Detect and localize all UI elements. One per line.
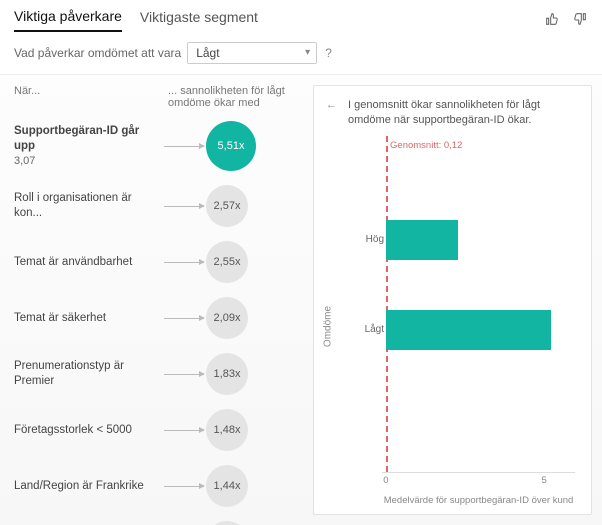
tab-key-influencers[interactable]: Viktiga påverkare — [14, 8, 122, 32]
detail-panel: ← I genomsnitt ökar sannolikheten för lå… — [313, 85, 592, 515]
bar-row: Hög — [386, 216, 458, 264]
influencer-row[interactable]: Supportbegäran-ID går upp3,07 5,51x — [14, 121, 309, 171]
influencer-label: Roll i organisationen är kon... — [14, 191, 164, 221]
influencer-label: Företagsstorlek < 5000 — [14, 423, 164, 438]
influencer-value-bubble: 1,48x — [206, 409, 248, 451]
detail-chart: Omdöme Genomsnitt: 0,12 HögLågt 0 5 Mede… — [346, 136, 579, 506]
influencer-sublabel: 3,07 — [14, 154, 158, 168]
tab-top-segments[interactable]: Viktigaste segment — [140, 9, 258, 31]
x-tick: 0 — [383, 475, 388, 486]
column-likelihood: ... sannolikheten för lågt omdöme ökar m… — [164, 85, 309, 109]
dropdown-value: Lågt — [196, 46, 219, 60]
column-when: När... — [14, 85, 164, 109]
thumbs-down-icon[interactable] — [572, 11, 588, 30]
influencer-value-bubble: 2,09x — [206, 297, 248, 339]
bar-row: Lågt — [386, 306, 551, 354]
analyze-sentence-prefix: Vad påverkar omdömet att vara — [14, 46, 181, 60]
bar-category-label: Hög — [350, 234, 384, 245]
back-arrow-icon[interactable]: ← — [326, 98, 340, 128]
influencer-value-bubble: 1,44x — [206, 465, 248, 507]
influencer-label: Temat är säkerhet — [14, 311, 164, 326]
chevron-down-icon: ▾ — [305, 47, 310, 58]
arrow-icon — [164, 430, 204, 431]
influencer-label: Prenumerationstyp är Premier — [14, 359, 164, 389]
influencer-row[interactable]: Prenumerationstyp är Premier 1,83x — [14, 353, 309, 395]
influencer-value-bubble: 5,51x — [206, 121, 256, 171]
arrow-icon — [164, 486, 204, 487]
bar — [386, 310, 551, 350]
influencer-value-bubble: 2,57x — [206, 185, 248, 227]
x-tick: 5 — [541, 475, 546, 486]
influencer-value-bubble: 1,83x — [206, 353, 248, 395]
bar-category-label: Lågt — [350, 324, 384, 335]
arrow-icon — [164, 146, 204, 147]
influencer-label: Land/Region är Frankrike — [14, 479, 164, 494]
influencer-row[interactable]: Temat är användbarhet 2,55x — [14, 241, 309, 283]
influencer-row[interactable]: Företagsstorlek < 5000 1,48x — [14, 409, 309, 451]
arrow-icon — [164, 318, 204, 319]
arrow-icon — [164, 206, 204, 207]
influencer-row[interactable]: Temat är säkerhet 2,09x — [14, 297, 309, 339]
detail-title: I genomsnitt ökar sannolikheten för lågt… — [348, 98, 579, 128]
influencer-row[interactable]: Land/Region är Frankrike 1,44x — [14, 465, 309, 507]
target-value-dropdown[interactable]: Lågt ▾ — [187, 42, 317, 64]
bar — [386, 220, 458, 260]
influencer-value-bubble: 2,55x — [206, 241, 248, 283]
influencer-label: Supportbegäran-ID går upp3,07 — [14, 124, 164, 168]
average-label: Genomsnitt: 0,12 — [390, 140, 462, 151]
thumbs-up-icon[interactable] — [544, 11, 560, 30]
arrow-icon — [164, 374, 204, 375]
influencer-value-bubble: 1,29x — [206, 521, 248, 525]
influencer-row[interactable]: Temat är navigering1,29x — [14, 521, 309, 525]
help-icon[interactable]: ? — [323, 46, 334, 60]
arrow-icon — [164, 262, 204, 263]
influencer-label: Temat är användbarhet — [14, 255, 164, 270]
y-axis-label: Omdöme — [323, 306, 334, 347]
influencer-row[interactable]: Roll i organisationen är kon... 2,57x — [14, 185, 309, 227]
x-axis-label: Medelvärde för supportbegäran-ID över ku… — [382, 495, 575, 506]
